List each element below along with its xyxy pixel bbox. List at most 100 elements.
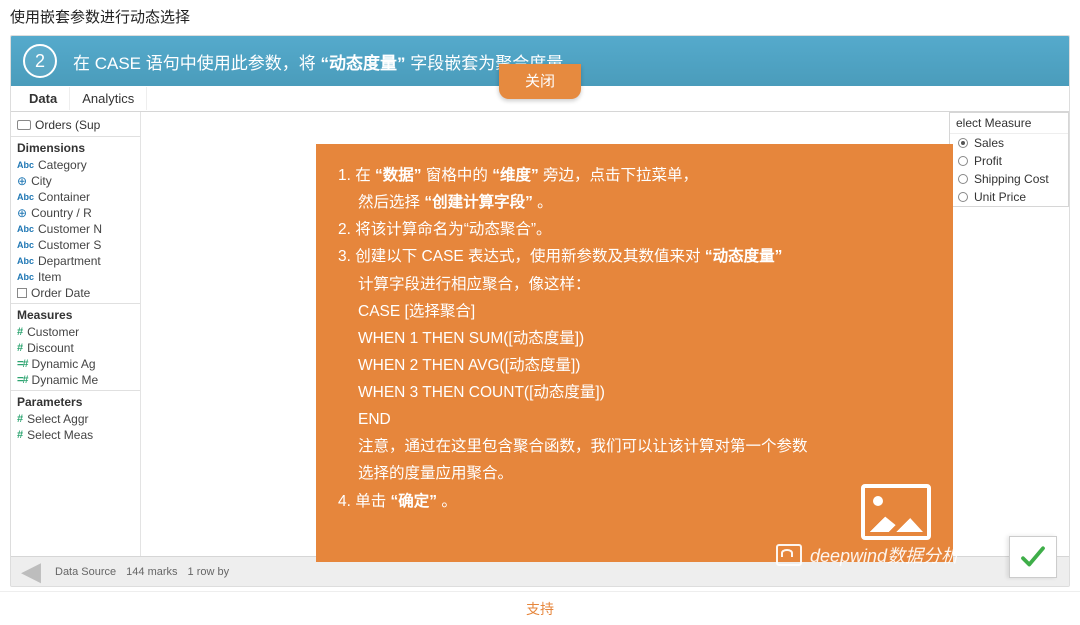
field-label: Department bbox=[38, 254, 101, 268]
abc-icon: Abc bbox=[17, 256, 34, 266]
hash-icon: # bbox=[17, 326, 23, 338]
step2: 2. 将该计算命名为“动态聚合”。 bbox=[338, 216, 927, 243]
instruction-overlay: 1. 在 “数据” 窗格中的 “维度” 旁边，点击下拉菜单， 然后选择 “创建计… bbox=[316, 144, 953, 562]
prev-arrow[interactable]: ◀ bbox=[17, 558, 45, 586]
t: 然后选择 bbox=[358, 194, 424, 211]
hash-icon: # bbox=[17, 429, 23, 441]
field-label: Country / R bbox=[31, 206, 92, 220]
hash-icon: # bbox=[17, 342, 23, 354]
measure-option-shipping[interactable]: Shipping Cost bbox=[950, 170, 1068, 188]
tab-data[interactable]: Data bbox=[17, 87, 70, 110]
tab-analytics[interactable]: Analytics bbox=[70, 87, 147, 110]
meas-customer[interactable]: # Customer bbox=[11, 324, 140, 340]
field-label: Customer bbox=[27, 325, 79, 339]
select-measure-panel: elect Measure Sales Profit Shipping Cost… bbox=[949, 112, 1069, 207]
dim-item[interactable]: Abc Item bbox=[11, 269, 140, 285]
radio-icon bbox=[958, 138, 968, 148]
meas-dynamic-me[interactable]: =# Dynamic Me bbox=[11, 372, 140, 388]
field-label: Item bbox=[38, 270, 61, 284]
param-select-aggr[interactable]: #Select Aggr bbox=[11, 411, 140, 427]
radio-icon bbox=[958, 192, 968, 202]
check-icon bbox=[1018, 542, 1048, 572]
t: 4. 单击 bbox=[338, 493, 391, 510]
abc-icon: Abc bbox=[17, 224, 34, 234]
field-label: Category bbox=[38, 158, 87, 172]
step-number-badge: 2 bbox=[23, 44, 57, 78]
step3-line2: 计算字段进行相应聚合，像这样： bbox=[358, 271, 927, 298]
banner-text-quoted: “动态度量” bbox=[320, 54, 405, 73]
field-label: Container bbox=[38, 190, 90, 204]
t: “动态度量” bbox=[705, 248, 783, 265]
field-label: Discount bbox=[27, 341, 74, 355]
dim-category[interactable]: Abc Category bbox=[11, 157, 140, 173]
t: “维度” bbox=[492, 167, 539, 184]
close-button[interactable]: 关闭 bbox=[499, 64, 581, 99]
abc-icon: Abc bbox=[17, 192, 34, 202]
code-line-5: END bbox=[358, 406, 927, 433]
option-label: Unit Price bbox=[974, 190, 1026, 204]
data-pane: Orders (Sup Dimensions AbcCategory ⊕City… bbox=[11, 112, 141, 556]
dim-customer-n[interactable]: Abc Customer N bbox=[11, 221, 140, 237]
t: 。 bbox=[533, 194, 553, 211]
dim-city[interactable]: ⊕City bbox=[11, 173, 140, 189]
abc-icon: Abc bbox=[17, 272, 34, 282]
step1-line1: 1. 在 “数据” 窗格中的 “维度” 旁边，点击下拉菜单， bbox=[338, 162, 927, 189]
t: 。 bbox=[437, 493, 457, 510]
field-label: Dynamic Ag bbox=[32, 357, 96, 371]
step1-line2: 然后选择 “创建计算字段” 。 bbox=[358, 189, 927, 216]
banner-text-before: 在 CASE 语句中使用此参数，将 bbox=[73, 54, 320, 73]
support-link[interactable]: 支持 bbox=[0, 591, 1080, 625]
dim-country[interactable]: ⊕ Country / R bbox=[11, 205, 140, 221]
measure-option-unitprice[interactable]: Unit Price bbox=[950, 188, 1068, 206]
dim-customer-s[interactable]: AbcCustomer S bbox=[11, 237, 140, 253]
step4: 4. 单击 “确定” 。 bbox=[338, 488, 927, 515]
watermark-text: deepwind数据分析 bbox=[810, 542, 959, 568]
field-label: Dynamic Me bbox=[32, 373, 99, 387]
code-line-2: WHEN 1 THEN SUM([动态度量]) bbox=[358, 325, 927, 352]
note-line-2: 选择的度量应用聚合。 bbox=[358, 460, 927, 487]
dim-department[interactable]: Abc Department bbox=[11, 253, 140, 269]
code-line-1: CASE [选择聚合] bbox=[358, 298, 927, 325]
page-title: 使用嵌套参数进行动态选择 bbox=[0, 0, 1080, 35]
measure-option-sales[interactable]: Sales bbox=[950, 134, 1068, 152]
note-line-1: 注意，通过在这里包含聚合函数，我们可以让该计算对第一个参数 bbox=[358, 433, 927, 460]
datasource-icon bbox=[17, 120, 31, 130]
field-label: Order Date bbox=[31, 286, 90, 300]
field-label: Select Meas bbox=[27, 428, 93, 442]
watermark: deepwind数据分析 bbox=[776, 542, 959, 568]
globe-icon: ⊕ bbox=[17, 206, 27, 220]
t: “创建计算字段” bbox=[424, 194, 533, 211]
option-label: Profit bbox=[974, 154, 1002, 168]
parameters-header: Parameters bbox=[11, 390, 140, 411]
measure-panel-header: elect Measure bbox=[950, 113, 1068, 134]
wechat-icon bbox=[776, 544, 802, 566]
abc-icon: Abc bbox=[17, 160, 34, 170]
calc-icon: =# bbox=[17, 358, 28, 370]
calc-icon: =# bbox=[17, 374, 28, 386]
code-line-4: WHEN 3 THEN COUNT([动态度量]) bbox=[358, 379, 927, 406]
dimensions-header: Dimensions bbox=[11, 136, 140, 157]
t: 1. 在 bbox=[338, 167, 375, 184]
radio-icon bbox=[958, 174, 968, 184]
field-label: Customer N bbox=[38, 222, 102, 236]
code-line-3: WHEN 2 THEN AVG([动态度量]) bbox=[358, 352, 927, 379]
image-placeholder-icon bbox=[861, 484, 931, 540]
confirm-check-button[interactable] bbox=[1009, 536, 1057, 578]
measure-option-profit[interactable]: Profit bbox=[950, 152, 1068, 170]
status-datasource[interactable]: Data Source bbox=[55, 566, 116, 578]
app-frame: 2 在 CASE 语句中使用此参数，将 “动态度量” 字段嵌套为聚合度量。 关闭… bbox=[10, 35, 1070, 587]
meas-dynamic-ag[interactable]: =# Dynamic Ag bbox=[11, 356, 140, 372]
datasource-row[interactable]: Orders (Sup bbox=[11, 116, 140, 134]
radio-icon bbox=[958, 156, 968, 166]
status-rows: 1 row by bbox=[188, 566, 230, 578]
abc-icon: Abc bbox=[17, 240, 34, 250]
dim-container[interactable]: Abc Container bbox=[11, 189, 140, 205]
t: “确定” bbox=[391, 493, 438, 510]
param-select-meas[interactable]: # Select Meas bbox=[11, 427, 140, 443]
field-label: Select Aggr bbox=[27, 412, 88, 426]
dim-order-date[interactable]: Order Date bbox=[11, 285, 140, 301]
meas-discount[interactable]: # Discount bbox=[11, 340, 140, 356]
field-label: City bbox=[31, 174, 52, 188]
datasource-name: Orders (Sup bbox=[35, 118, 100, 132]
step3-line1: 3. 创建以下 CASE 表达式，使用新参数及其数值来对 “动态度量” bbox=[338, 243, 927, 270]
